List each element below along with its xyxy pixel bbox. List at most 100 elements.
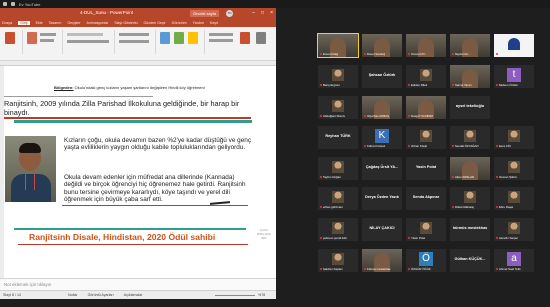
participant-tile[interactable]: şebnem şenül ildiz <box>318 218 358 241</box>
participant-tile[interactable]: Orhan Kılçal <box>406 126 446 149</box>
participant-tile[interactable]: Tayfun Doğan <box>318 157 358 180</box>
designer-icon[interactable] <box>256 32 266 44</box>
replace-button[interactable] <box>209 39 233 42</box>
participant-tile[interactable]: a Ahmet Sadı Telik <box>494 249 534 272</box>
tab-2[interactable]: Giriş <box>18 21 30 25</box>
system-bar: Ev YouTube <box>0 0 550 8</box>
app-icon[interactable] <box>3 2 7 6</box>
mic-muted-icon <box>408 144 410 148</box>
participant-tile[interactable]: erhan gülizman <box>318 187 358 210</box>
status-button-3[interactable]: Açıklamalar <box>124 293 143 297</box>
layout-button[interactable] <box>40 33 56 36</box>
ribbon-tabs: Dosya Giriş Ekle Tasarım Geçişler Animasyonla… <box>0 19 276 27</box>
participant-name: Fatima mestekhas <box>364 267 391 271</box>
tab-11[interactable]: Kayıt <box>210 21 218 25</box>
participant-tile[interactable]: Davut Sarıdağ <box>362 34 402 57</box>
mic-muted-icon <box>496 236 498 240</box>
participant-tile[interactable]: Kevser Yıldır... <box>494 34 534 57</box>
maximize-icon[interactable]: □ <box>261 10 264 17</box>
participant-tile[interactable]: Reyhan TÜRK <box>318 126 358 149</box>
avatar[interactable]: TD <box>226 10 233 17</box>
font-select[interactable] <box>67 33 103 36</box>
participant-tile[interactable]: Ediden Dilek <box>406 65 446 88</box>
participant-tile[interactable]: hürmüs mestekhas <box>450 218 490 241</box>
participant-tile[interactable]: Ö ÖZGÜR ÖĞÜZ <box>406 249 446 272</box>
tab-1[interactable]: Dosya <box>2 21 12 25</box>
tab-8[interactable]: Gözden Geçir <box>144 21 166 25</box>
dictate-icon[interactable] <box>240 32 250 44</box>
participant-tile[interactable] <box>494 96 534 119</box>
tab-3[interactable]: Ekle <box>36 21 43 25</box>
desktop: Ev YouTube 4-DUL_Sunu - PowerPoint Öncek… <box>0 0 550 307</box>
participant-tile[interactable]: Nurgül YILDIRIM <box>406 96 446 119</box>
paste-icon[interactable] <box>5 32 15 44</box>
participant-tile[interactable]: NİLAY ÇAKICI <box>362 218 402 241</box>
slide-paragraph-2[interactable]: Okula devam edenler için müfredat ana di… <box>64 174 252 204</box>
tab-7[interactable]: Slayt Gösterisi <box>114 21 137 25</box>
reset-button[interactable] <box>40 39 54 42</box>
minimize-icon[interactable]: – <box>252 10 255 17</box>
slide-canvas[interactable]: Bölgeden: Okulu'ndaki genç kızların yaşa… <box>0 66 276 284</box>
slide-quote[interactable]: Ranjitsinh, 2009 yılında Zilla Parishad … <box>4 99 249 117</box>
participant-tile[interactable]: Esra CİN <box>494 126 534 149</box>
paragraph-buttons[interactable] <box>119 33 149 36</box>
zoom-slider[interactable] <box>215 295 255 296</box>
participant-tile[interactable]: Osma KAY... <box>406 34 446 57</box>
tab-10[interactable]: Yardım <box>193 21 204 25</box>
participant-tile[interactable]: Oğuzhan AKBAŞ <box>362 96 402 119</box>
tab-6[interactable]: Animasyonlar <box>87 21 109 25</box>
participant-tile[interactable]: Şakirler Kaplan <box>318 249 358 272</box>
quick-styles-icon[interactable] <box>188 32 198 44</box>
notes-pane[interactable]: Not eklemek için tıklayın <box>0 278 276 290</box>
status-button-2[interactable]: Görüntü Ayarları <box>88 293 114 297</box>
share-button[interactable]: Önceki sayfa <box>190 10 220 17</box>
slide-paragraph-1[interactable]: Kızların çoğu, okula devamın bazen %2'ye… <box>64 137 252 152</box>
font-format-buttons[interactable] <box>67 40 109 43</box>
participant-tile[interactable]: İlayda Dur... <box>450 34 490 57</box>
close-icon[interactable]: × <box>270 10 273 17</box>
participant-tile[interactable]: Fatima mestekhas <box>362 249 402 272</box>
align-buttons[interactable] <box>119 40 149 43</box>
participant-name: Asnefin Sarper <box>496 236 518 240</box>
participant-tile[interactable]: Abdulğani Mumlu <box>318 96 358 119</box>
participant-tile[interactable]: Yasin Polat <box>406 157 446 180</box>
zoom-level[interactable]: %78 <box>258 293 265 297</box>
slide-heading: Bölgeden: Okulu'ndaki genç kızların yaşa… <box>54 85 205 90</box>
participant-tile[interactable]: K Kübra Kolusul <box>362 126 402 149</box>
new-slide-icon[interactable] <box>27 32 37 44</box>
participant-tile[interactable]: Ebru Daşat <box>494 187 534 210</box>
ribbon-divider <box>62 30 63 54</box>
mic-muted-icon <box>320 114 322 118</box>
participant-tile[interactable]: Dilara Maharaj <box>450 187 490 210</box>
participant-tile[interactable]: Emel Ardağ <box>317 33 359 58</box>
participant-name: Orhan Kılçal <box>408 144 427 148</box>
participant-tile[interactable]: aysel tekelioğlu <box>450 96 490 119</box>
tab-5[interactable]: Geçişler <box>67 21 80 25</box>
participant-tile[interactable]: Barış Erginer <box>318 65 358 88</box>
participant-tile[interactable]: Sevdal ÖZYAĞAN <box>450 126 490 149</box>
ink-annotation <box>14 120 252 123</box>
slide-caption[interactable]: Ranjitsinh Disale, Hindistan, 2020 Ödül … <box>29 232 215 242</box>
participant-display-name: Çağdaş Ürsit YA... <box>365 165 399 169</box>
participant-tile[interactable]: Asnefin Sarper <box>494 218 534 241</box>
profile-photo <box>420 69 432 81</box>
participant-tile[interactable]: t Meltem Öztürk <box>494 65 534 88</box>
tab-4[interactable]: Tasarım <box>49 21 62 25</box>
participant-tile[interactable]: Senda Akpınar <box>406 187 446 210</box>
shapes-icon[interactable] <box>160 32 170 44</box>
arrange-icon[interactable] <box>174 32 184 44</box>
participant-tile[interactable]: Şahsan Öztürk <box>362 65 402 88</box>
tab-9[interactable]: Görünüm <box>172 21 187 25</box>
participant-tile[interactable]: Selma Yazıcı <box>450 65 490 88</box>
participant-tile[interactable]: Osman Şükrü <box>494 157 534 180</box>
participant-tile[interactable]: Alper ARSLAN <box>450 157 490 180</box>
participant-tile[interactable]: Gülhan KÜÇÜK... <box>450 249 490 272</box>
participant-tile[interactable]: Çağdaş Ürsit YA... <box>362 157 402 180</box>
participant-tile[interactable]: Yasin Polat <box>406 218 446 241</box>
app-icon[interactable] <box>11 2 15 6</box>
participant-tile[interactable]: Derya Özden Yazık <box>362 187 402 210</box>
participant-name: Kübra Kolusul <box>364 144 385 148</box>
find-button[interactable] <box>209 33 233 36</box>
teacher-photo[interactable] <box>5 136 56 202</box>
status-button-1[interactable]: Notlar <box>68 293 78 297</box>
